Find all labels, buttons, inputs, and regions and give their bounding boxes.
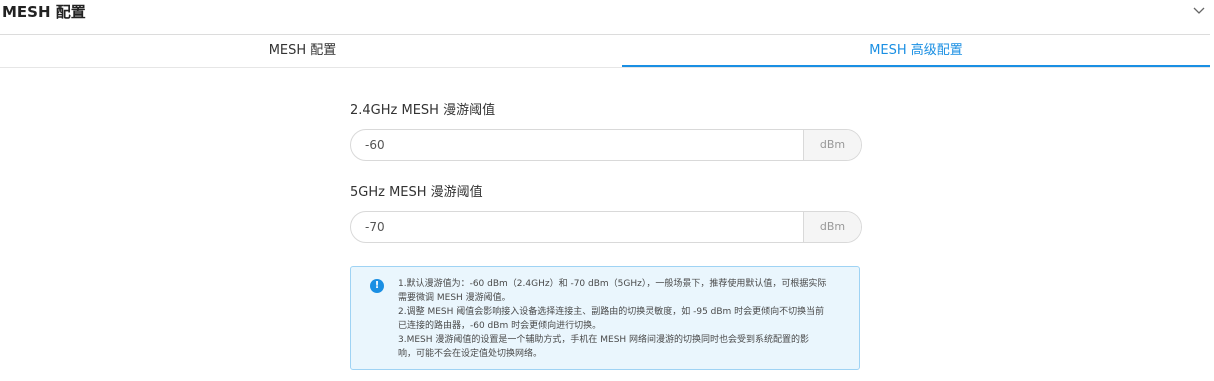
notice-line: 1.默认漫游值为：-60 dBm（2.4GHz）和 -70 dBm（5GHz），… xyxy=(398,279,827,289)
notice-text: 1.默认漫游值为：-60 dBm（2.4GHz）和 -70 dBm（5GHz），… xyxy=(398,277,848,361)
input-group-2g: dBm xyxy=(350,129,862,161)
chevron-down-icon[interactable] xyxy=(1192,5,1206,15)
notice-line: 2.调整 MESH 阈值会影响接入设备选择连接主、副路由的切换灵敏度，如 -95… xyxy=(398,307,825,317)
section-header[interactable]: MESH 配置 xyxy=(0,0,1210,35)
roaming-threshold-form: 2.4GHz MESH 漫游阈值 dBm 5GHz MESH 漫游阈值 dBm xyxy=(350,95,862,243)
tab-bar: MESH 配置 MESH 高级配置 xyxy=(0,35,1210,68)
unit-label-2g: dBm xyxy=(803,130,861,160)
mesh-config-page: MESH 配置 MESH 配置 MESH 高级配置 2.4GHz MESH 漫游… xyxy=(0,0,1214,381)
input-group-5g: dBm xyxy=(350,211,862,243)
field-label-5g: 5GHz MESH 漫游阈值 xyxy=(350,185,483,200)
notice-line: 响，可能不会在设定值处切换网络。 xyxy=(398,349,543,359)
notice-line: 需要微调 MESH 漫游阈值。 xyxy=(398,293,511,303)
threshold-2g-input[interactable] xyxy=(351,130,803,160)
tab-mesh-config[interactable]: MESH 配置 xyxy=(0,35,605,66)
notice-line: 已连接的路由器，-60 dBm 时会更倾向进行切换。 xyxy=(398,321,602,331)
tab-mesh-advanced-config[interactable]: MESH 高级配置 xyxy=(622,35,1210,67)
info-icon: ! xyxy=(370,279,384,293)
threshold-5g-input[interactable] xyxy=(351,212,803,242)
unit-label-5g: dBm xyxy=(803,212,861,242)
info-notice: ! 1.默认漫游值为：-60 dBm（2.4GHz）和 -70 dBm（5GHz… xyxy=(350,266,860,370)
field-label-2g: 2.4GHz MESH 漫游阈值 xyxy=(350,103,496,118)
section-title: MESH 配置 xyxy=(2,3,86,21)
notice-line: 3.MESH 漫游阈值的设置是一个辅助方式，手机在 MESH 网络间漫游的切换同… xyxy=(398,335,810,345)
